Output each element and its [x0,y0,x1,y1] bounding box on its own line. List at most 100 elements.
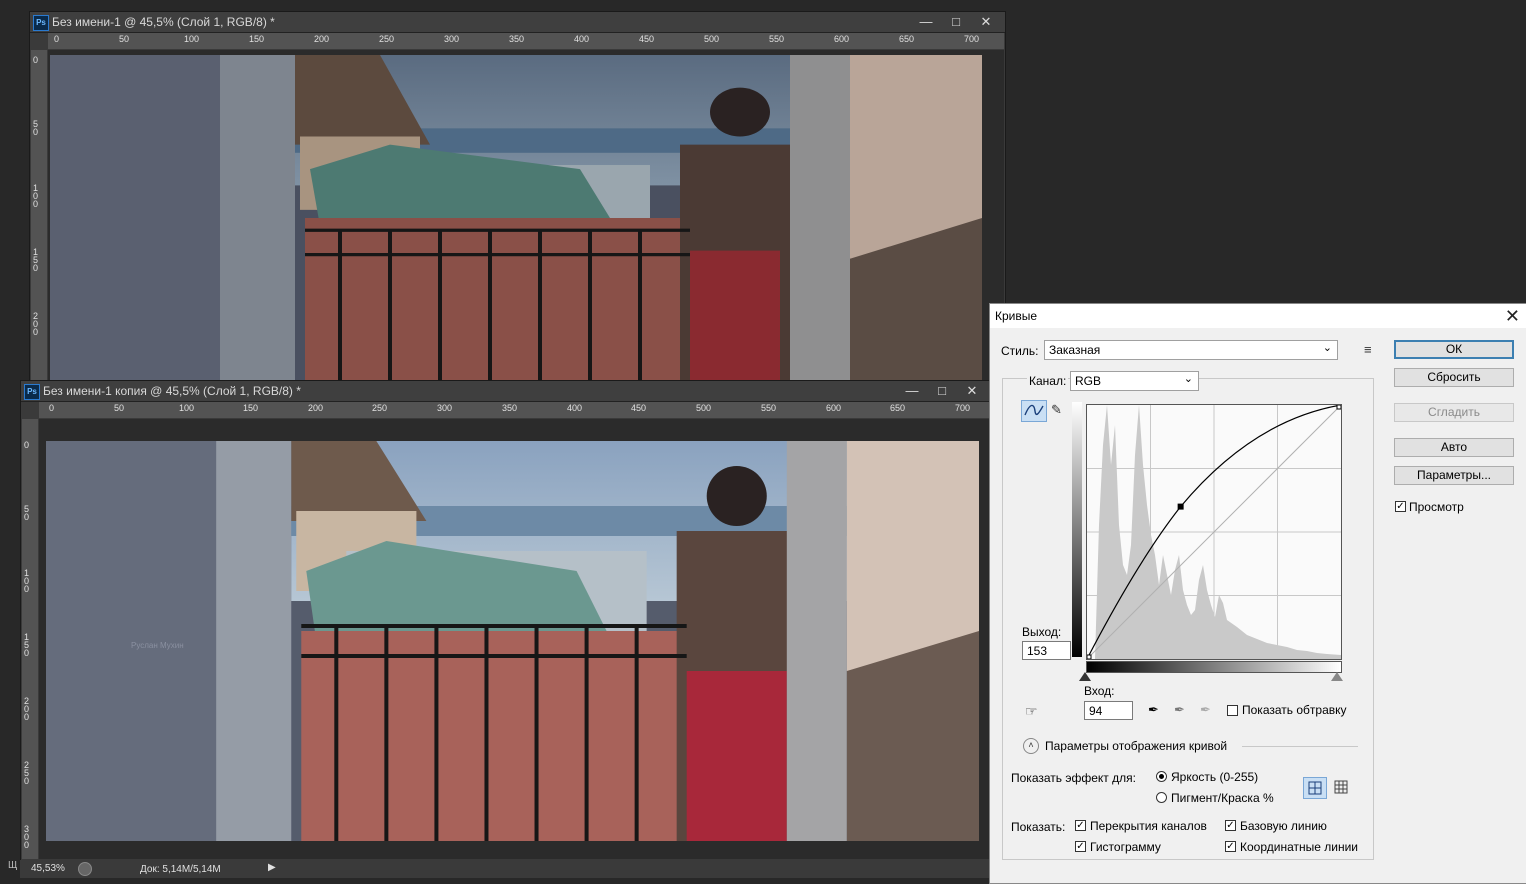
ruler-label: 0 [54,34,60,44]
curve-point-end[interactable] [1336,404,1342,410]
ruler-label: 700 [955,403,971,413]
ok-button[interactable]: ОК [1394,340,1514,359]
gridlines-checkbox[interactable]: ✓ [1225,841,1236,852]
black-eyedropper-icon[interactable]: ✒ [1148,702,1159,718]
horizontal-ruler: 0 50 100 150 200 250 300 350 400 450 500… [48,33,1004,49]
simple-grid-button[interactable] [1303,777,1327,799]
chevron-down-icon: ⌄ [1322,342,1332,354]
white-eyedropper-icon[interactable]: ✒ [1200,702,1211,718]
ruler-label: 50 [119,34,130,44]
curve-point-start[interactable] [1086,654,1092,660]
input-field[interactable]: 94 [1084,701,1133,720]
detailed-grid-button[interactable] [1330,777,1352,797]
status-menu-arrow-icon[interactable]: ▶ [268,862,276,873]
dialog-title: Кривые [995,309,1038,323]
ruler-label: 200 [24,696,30,722]
ruler-label: 400 [567,403,583,413]
white-point-slider[interactable] [1331,672,1343,681]
minimize-button[interactable]: — [897,382,927,400]
baseline-checkbox[interactable]: ✓ [1225,820,1236,831]
document-window-1[interactable]: Ps Без имени-1 @ 45,5% (Слой 1, RGB/8) *… [29,11,1006,383]
window-2-titlebar[interactable]: Ps Без имени-1 копия @ 45,5% (Слой 1, RG… [21,381,991,402]
close-icon[interactable]: ✕ [1505,306,1520,327]
zoom-level[interactable]: 45,53% [31,863,65,874]
reset-button[interactable]: Сбросить [1394,368,1514,387]
gridlines-label: Координатные линии [1240,840,1358,854]
maximize-button[interactable]: □ [927,382,957,400]
hand-adjust-icon[interactable]: ☞ [1025,703,1038,720]
ruler-label: 300 [437,403,453,413]
histogram-checkbox[interactable]: ✓ [1075,841,1086,852]
pigment-radio[interactable] [1156,792,1167,803]
curves-graph[interactable] [1086,404,1342,660]
vertical-ruler: 0 50 100 150 200 [31,50,47,380]
ruler-label: 450 [631,403,647,413]
ruler-label: 650 [890,403,906,413]
preview-label: Просмотр [1409,500,1464,514]
smooth-button[interactable]: Сгладить [1394,403,1514,422]
preview-checkbox[interactable]: ✓ [1395,501,1406,512]
dialog-titlebar[interactable]: Кривые ✕ [990,304,1526,328]
gray-eyedropper-icon[interactable]: ✒ [1174,702,1185,718]
ruler-label: 200 [33,311,39,337]
ruler-label: 100 [179,403,195,413]
maximize-button[interactable]: □ [941,13,971,31]
auto-button[interactable]: Авто [1394,438,1514,457]
ruler-label: 50 [33,119,39,137]
document-window-2[interactable]: Ps Без имени-1 копия @ 45,5% (Слой 1, RG… [20,380,992,862]
pigment-radio-label: Пигмент/Краска % [1171,791,1274,805]
close-button[interactable]: ✕ [971,13,1001,31]
ruler-label: 300 [24,824,30,850]
ruler-label: 350 [509,34,525,44]
ruler-label: 150 [24,632,30,658]
input-label: Вход: [1084,684,1115,698]
ruler-label: 100 [24,568,30,594]
ruler-label: 600 [826,403,842,413]
window-1-titlebar[interactable]: Ps Без имени-1 @ 45,5% (Слой 1, RGB/8) *… [30,12,1005,33]
options-button[interactable]: Параметры... [1394,466,1514,485]
status-info-icon[interactable] [78,862,92,876]
style-select[interactable]: Заказная ⌄ [1044,340,1338,360]
ruler-label: 150 [33,247,39,273]
curve-control-point[interactable] [1177,503,1184,510]
ruler-label: 200 [314,34,330,44]
doc-size: Док: 5,14M/5,14M [140,864,221,875]
ruler-label: 200 [308,403,324,413]
expand-display-options-icon[interactable]: ˄ [1023,738,1039,754]
ruler-label: 700 [964,34,980,44]
curve-tool-icon [1024,404,1044,416]
show-effect-for-label: Показать эффект для: [1011,771,1136,785]
overlays-checkbox[interactable]: ✓ [1075,820,1086,831]
curve-point-tool[interactable] [1021,400,1047,422]
overlays-label: Перекрытия каналов [1090,819,1207,833]
chevron-down-icon: ⌄ [1183,373,1193,385]
light-radio[interactable] [1156,771,1167,782]
ruler-label: 500 [696,403,712,413]
ruler-label: 600 [834,34,850,44]
horizontal-ruler: 0 50 100 150 200 250 300 350 400 450 500… [39,402,990,418]
vertical-ruler: 0 50 100 150 200 250 300 [22,419,38,859]
minimize-button[interactable]: — [911,13,941,31]
pencil-icon[interactable]: ✎ [1051,402,1062,418]
ruler-label: 650 [899,34,915,44]
close-button[interactable]: ✕ [957,382,987,400]
light-radio-label: Яркость (0-255) [1171,770,1259,784]
curves-dialog: Кривые ✕ Стиль: Заказная ⌄ ≡ Канал: RGB … [989,303,1526,884]
preset-options-icon[interactable]: ≡ [1364,342,1372,357]
divider [1242,746,1358,747]
watermark-text: Руслан Мухин [131,641,184,650]
channel-value: RGB [1075,374,1102,388]
simple-grid-icon [1308,781,1322,795]
output-field[interactable]: 153 [1022,641,1071,660]
detailed-grid-icon [1334,780,1348,794]
left-panel-char: Щ [8,860,18,871]
black-point-slider[interactable] [1079,672,1091,681]
display-options-label: Параметры отображения кривой [1045,739,1228,753]
channel-select[interactable]: RGB ⌄ [1070,371,1199,391]
input-gradient-bar [1086,661,1342,673]
ruler-label: 150 [249,34,265,44]
ruler-label: 50 [114,403,125,413]
show-label: Показать: [1011,820,1066,834]
ruler-label: 350 [502,403,518,413]
show-clipping-checkbox[interactable] [1227,705,1238,716]
